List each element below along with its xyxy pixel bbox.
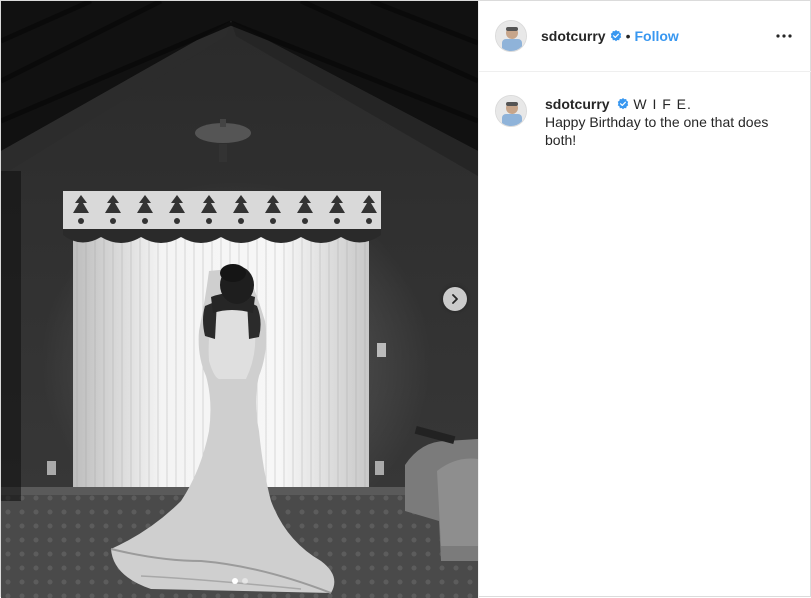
follow-button[interactable]: Follow: [634, 28, 678, 44]
caption: sdotcurry W I F E. Happy Birthday to the…: [479, 72, 811, 149]
wedding-dress-photo: [1, 1, 478, 598]
caption-title: W I F E.: [633, 96, 692, 112]
carousel-indicators: [1, 578, 478, 584]
caption-avatar[interactable]: [495, 95, 527, 127]
more-options-button[interactable]: [772, 24, 796, 48]
verified-badge-icon: [610, 30, 621, 42]
post-photo[interactable]: [1, 1, 478, 598]
next-slide-button[interactable]: [443, 287, 467, 311]
carousel-dot: [241, 578, 248, 584]
chevron-right-icon: [452, 294, 458, 304]
post-details-panel: sdotcurry • Follow sdotcurry W I F E. Ha…: [478, 1, 811, 598]
separator-bullet: •: [625, 28, 631, 44]
caption-text: Happy Birthday to the one that does both…: [545, 114, 769, 148]
verified-badge-icon: [618, 98, 629, 110]
caption-body: sdotcurry W I F E. Happy Birthday to the…: [545, 95, 795, 149]
more-horizontal-icon: [776, 34, 792, 38]
avatar[interactable]: [495, 20, 527, 52]
carousel-dot-active: [231, 578, 238, 584]
caption-username[interactable]: sdotcurry: [545, 96, 610, 112]
post-container: sdotcurry • Follow sdotcurry W I F E. Ha…: [0, 0, 811, 598]
profile-picture: [496, 21, 526, 51]
profile-picture: [496, 96, 526, 126]
post-header: sdotcurry • Follow: [479, 1, 811, 72]
post-username[interactable]: sdotcurry: [541, 28, 606, 44]
